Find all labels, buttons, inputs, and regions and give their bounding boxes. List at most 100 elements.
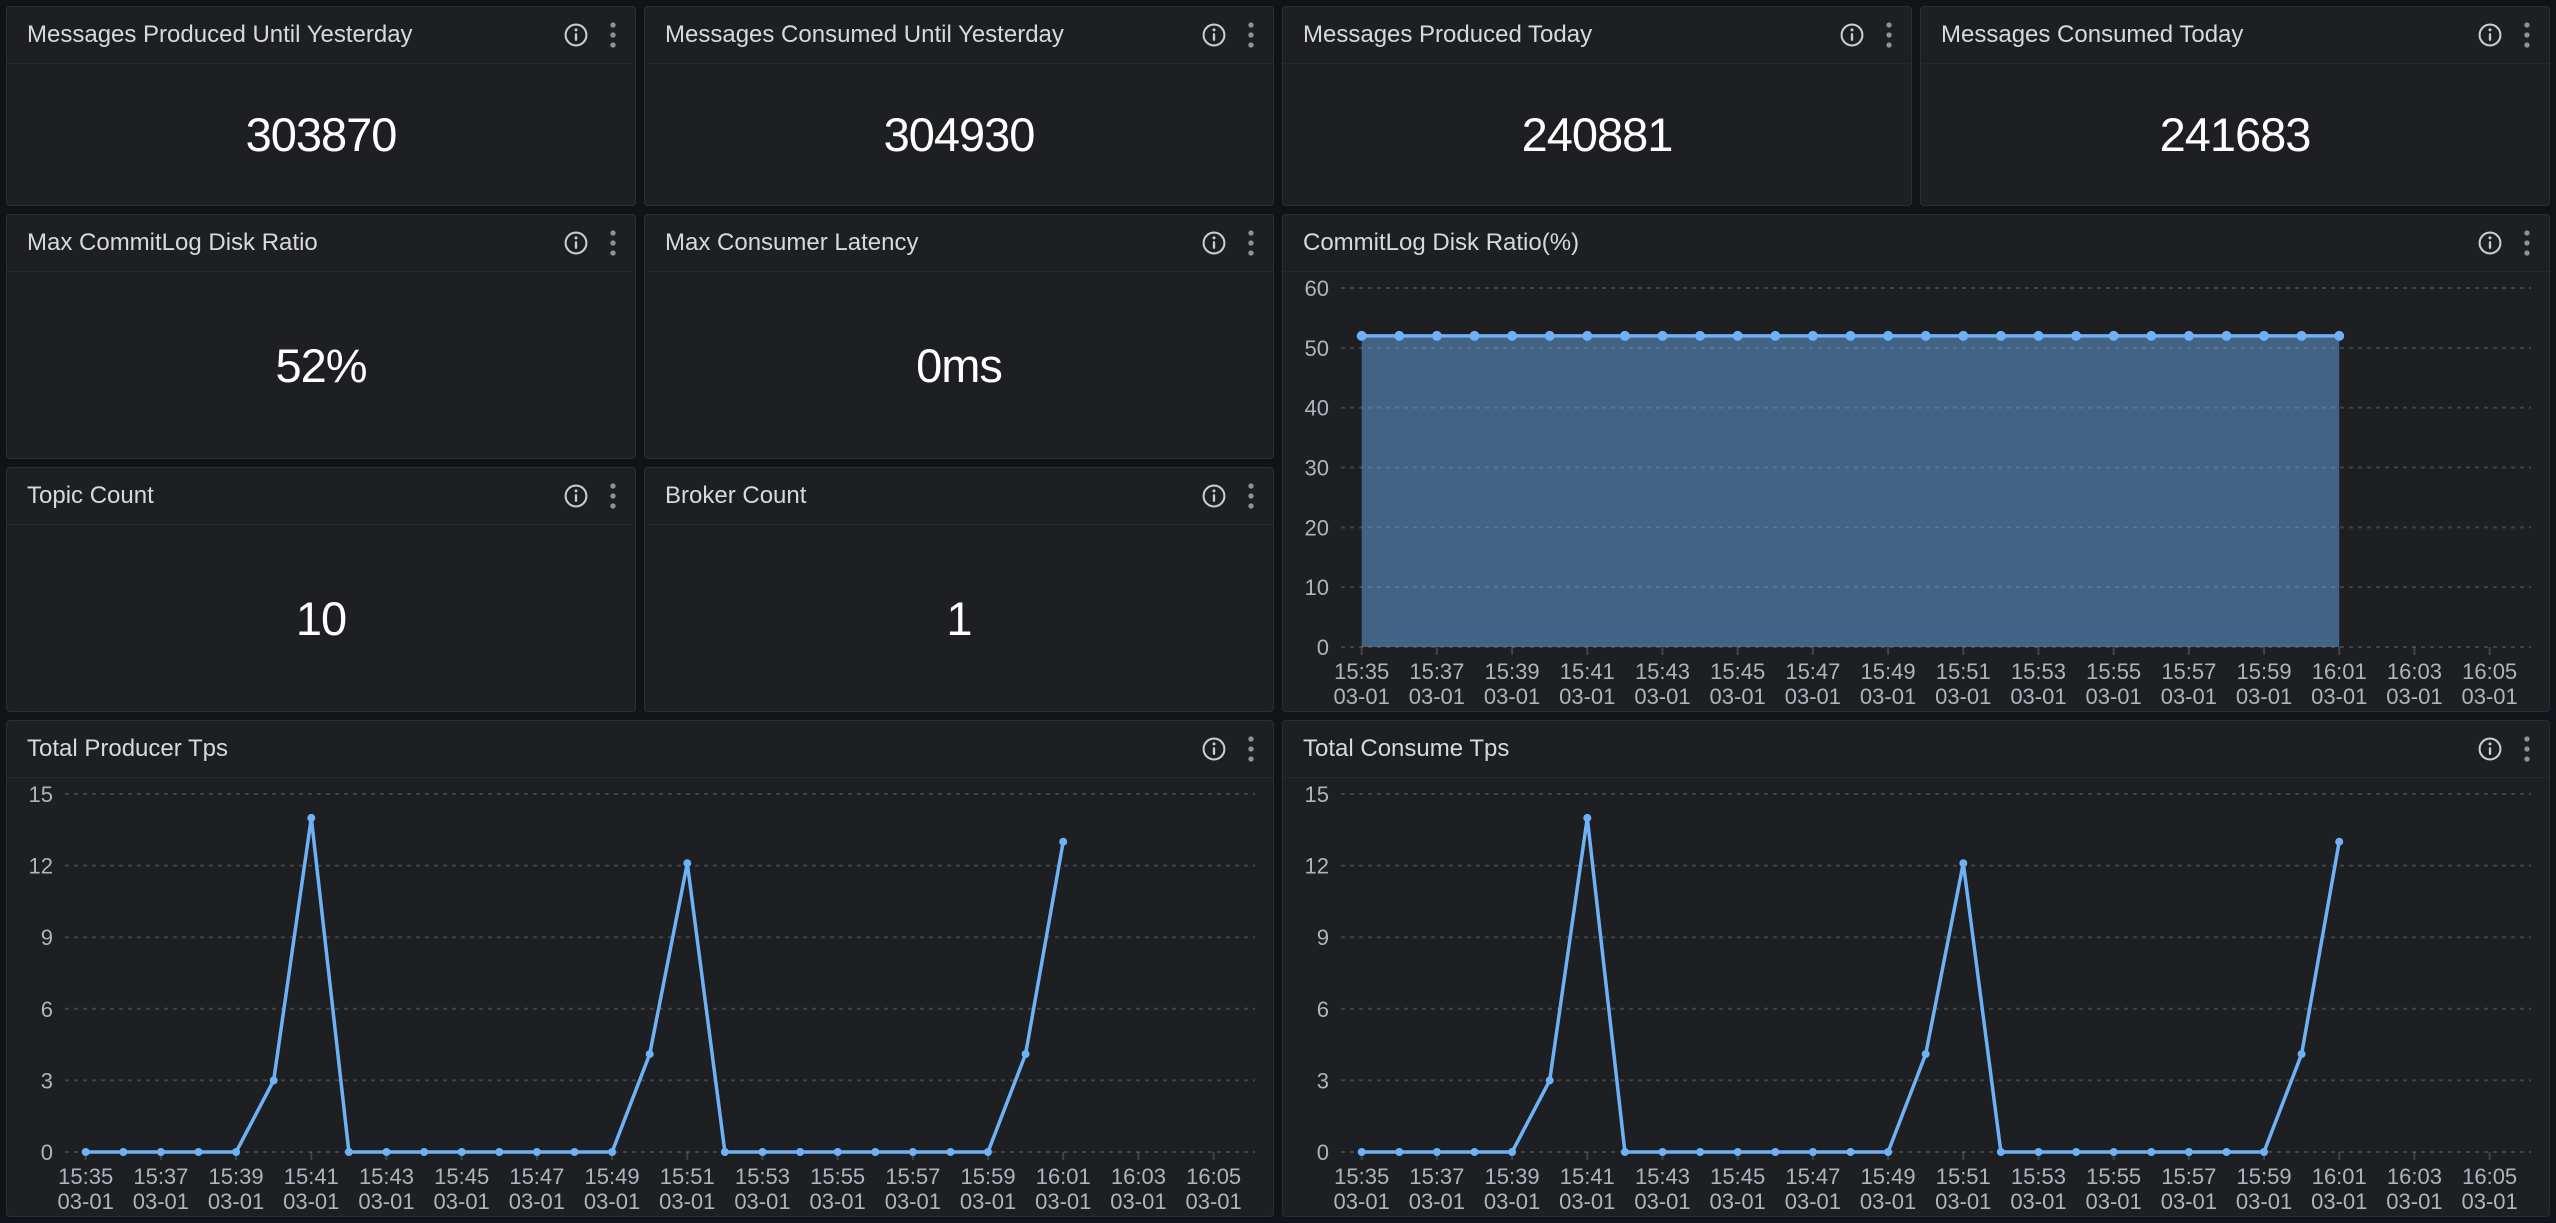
panel-menu-icon[interactable] <box>609 21 617 49</box>
stat-value: 52% <box>7 272 635 458</box>
panel-menu-icon[interactable] <box>2523 21 2531 49</box>
svg-text:16:01: 16:01 <box>2312 659 2367 684</box>
svg-text:03-01: 03-01 <box>584 1189 640 1214</box>
panel-header-actions <box>563 482 617 510</box>
svg-text:50: 50 <box>1305 336 1329 361</box>
panel-messages-produced-today: Messages Produced Today 240881 <box>1282 6 1912 206</box>
svg-text:15:35: 15:35 <box>1334 659 1389 684</box>
panel-title[interactable]: Messages Consumed Today <box>1941 21 2477 49</box>
svg-text:03-01: 03-01 <box>2236 684 2292 709</box>
panel-max-consumer-latency: Max Consumer Latency 0ms <box>644 214 1274 459</box>
chart-body: 010203040506015:3503-0115:3703-0115:3903… <box>1283 272 2549 711</box>
svg-text:03-01: 03-01 <box>1860 684 1916 709</box>
svg-text:03-01: 03-01 <box>1935 1189 1991 1214</box>
svg-text:15:37: 15:37 <box>1409 1164 1464 1189</box>
chart-body: 0369121515:3503-0115:3703-0115:3903-0115… <box>7 778 1273 1216</box>
panel-title[interactable]: Messages Consumed Until Yesterday <box>665 21 1201 49</box>
stat-value: 304930 <box>645 64 1273 205</box>
panel-title[interactable]: Messages Produced Today <box>1303 21 1839 49</box>
total-consume-tps-line-chart[interactable]: 0369121515:3503-0115:3703-0115:3903-0115… <box>1283 778 2549 1216</box>
svg-text:16:05: 16:05 <box>2462 659 2517 684</box>
panel-title[interactable]: Total Producer Tps <box>27 735 1201 763</box>
svg-text:15: 15 <box>1305 782 1329 807</box>
panel-header: Total Producer Tps <box>7 721 1273 778</box>
panel-menu-icon[interactable] <box>1885 21 1893 49</box>
svg-text:9: 9 <box>1317 925 1329 950</box>
svg-text:0: 0 <box>1317 1140 1329 1165</box>
svg-text:15:39: 15:39 <box>1485 659 1540 684</box>
svg-text:03-01: 03-01 <box>1860 1189 1916 1214</box>
info-icon[interactable] <box>563 230 589 256</box>
svg-text:03-01: 03-01 <box>2086 684 2142 709</box>
info-icon[interactable] <box>2477 22 2503 48</box>
info-icon[interactable] <box>2477 230 2503 256</box>
svg-text:15:45: 15:45 <box>1710 659 1765 684</box>
panel-title[interactable]: Max CommitLog Disk Ratio <box>27 229 563 257</box>
panel-header: Total Consume Tps <box>1283 721 2549 778</box>
svg-text:0: 0 <box>41 1140 53 1165</box>
stat-value: 240881 <box>1283 64 1911 205</box>
svg-text:0: 0 <box>1317 635 1329 660</box>
svg-text:15:41: 15:41 <box>284 1164 339 1189</box>
svg-text:15:57: 15:57 <box>885 1164 940 1189</box>
info-icon[interactable] <box>1201 230 1227 256</box>
panel-menu-icon[interactable] <box>1247 229 1255 257</box>
panel-broker-count: Broker Count 1 <box>644 467 1274 712</box>
svg-text:03-01: 03-01 <box>1334 684 1390 709</box>
commitlog-disk-ratio-area-chart[interactable]: 010203040506015:3503-0115:3703-0115:3903… <box>1283 272 2549 711</box>
svg-text:03-01: 03-01 <box>1634 684 1690 709</box>
svg-text:15:47: 15:47 <box>1785 1164 1840 1189</box>
panel-messages-produced-until-yesterday: Messages Produced Until Yesterday 303870 <box>6 6 636 206</box>
panel-menu-icon[interactable] <box>2523 229 2531 257</box>
svg-text:03-01: 03-01 <box>2010 1189 2066 1214</box>
info-icon[interactable] <box>1201 736 1227 762</box>
panel-title[interactable]: CommitLog Disk Ratio(%) <box>1303 229 2477 257</box>
svg-text:03-01: 03-01 <box>1785 1189 1841 1214</box>
info-icon[interactable] <box>563 483 589 509</box>
info-icon[interactable] <box>563 22 589 48</box>
svg-text:15:47: 15:47 <box>1785 659 1840 684</box>
panel-menu-icon[interactable] <box>1247 21 1255 49</box>
panel-title[interactable]: Messages Produced Until Yesterday <box>27 21 563 49</box>
svg-text:16:01: 16:01 <box>2312 1164 2367 1189</box>
panel-header-actions <box>563 21 617 49</box>
svg-text:03-01: 03-01 <box>2462 1189 2518 1214</box>
panel-total-producer-tps: Total Producer Tps 0369121515:3503-0115:… <box>6 720 1274 1217</box>
panel-header-actions <box>2477 735 2531 763</box>
panel-header-actions <box>1201 229 1255 257</box>
panel-title[interactable]: Broker Count <box>665 482 1201 510</box>
info-icon[interactable] <box>1201 483 1227 509</box>
panel-menu-icon[interactable] <box>1247 482 1255 510</box>
panel-title[interactable]: Max Consumer Latency <box>665 229 1201 257</box>
info-icon[interactable] <box>1201 22 1227 48</box>
svg-text:15:49: 15:49 <box>585 1164 640 1189</box>
panel-header: Topic Count <box>7 468 635 525</box>
info-icon[interactable] <box>2477 736 2503 762</box>
panel-title[interactable]: Topic Count <box>27 482 563 510</box>
total-producer-tps-line-chart[interactable]: 0369121515:3503-0115:3703-0115:3903-0115… <box>7 778 1273 1216</box>
svg-text:60: 60 <box>1305 276 1329 301</box>
svg-text:03-01: 03-01 <box>208 1189 264 1214</box>
svg-text:03-01: 03-01 <box>2161 684 2217 709</box>
svg-text:03-01: 03-01 <box>1484 1189 1540 1214</box>
svg-text:9: 9 <box>41 925 53 950</box>
panel-header: Messages Consumed Today <box>1921 7 2549 64</box>
svg-text:03-01: 03-01 <box>1186 1189 1242 1214</box>
svg-text:20: 20 <box>1305 515 1329 540</box>
panel-menu-icon[interactable] <box>1247 735 1255 763</box>
stat-value: 241683 <box>1921 64 2549 205</box>
panel-menu-icon[interactable] <box>2523 735 2531 763</box>
panel-menu-icon[interactable] <box>609 482 617 510</box>
info-icon[interactable] <box>1839 22 1865 48</box>
dashboard-grid: Messages Produced Until Yesterday 303870… <box>0 0 2556 1223</box>
stat-value: 1 <box>645 525 1273 711</box>
svg-text:3: 3 <box>41 1068 53 1093</box>
svg-text:03-01: 03-01 <box>1559 1189 1615 1214</box>
panel-header-actions <box>563 229 617 257</box>
panel-header: Max Consumer Latency <box>645 215 1273 272</box>
panel-menu-icon[interactable] <box>609 229 617 257</box>
svg-text:03-01: 03-01 <box>1710 684 1766 709</box>
panel-title[interactable]: Total Consume Tps <box>1303 735 2477 763</box>
svg-text:15:53: 15:53 <box>2011 1164 2066 1189</box>
stat-value: 10 <box>7 525 635 711</box>
